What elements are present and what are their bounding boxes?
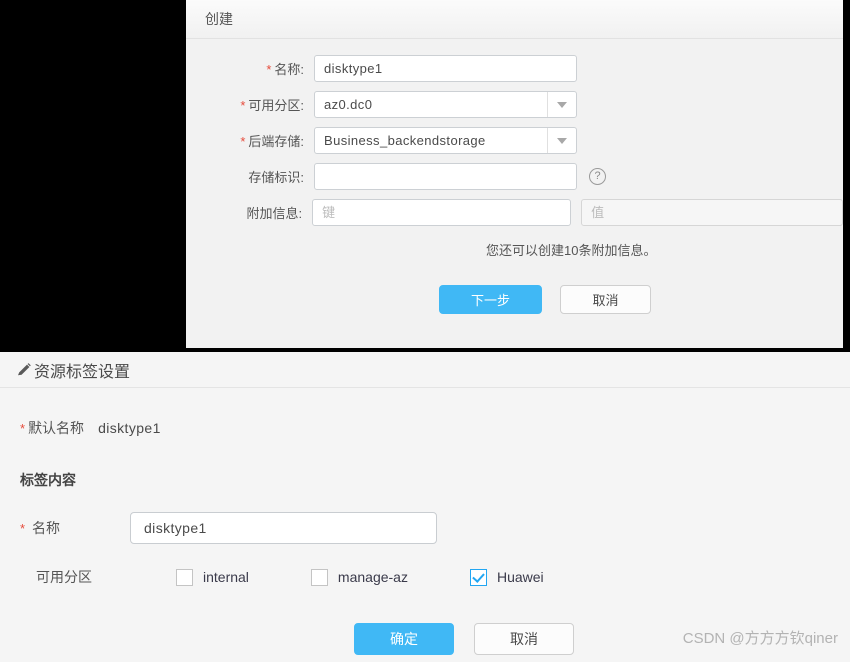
backend-storage-row: * 后端存储: Business_backendstorage [186,127,843,154]
extra-info-key-input[interactable] [312,199,572,226]
checkbox-label-huawei: Huawei [496,569,544,585]
resource-tag-panel: 资源标签设置 * 默认名称 disktype1 标签内容 * 名称 可用分区 i… [0,352,850,662]
name-label-text: 名称: [274,62,304,77]
storage-id-label: 存储标识: [248,170,304,185]
availability-zone-row: * 可用分区: az0.dc0 [186,91,843,118]
checkbox-label-internal: internal [203,569,249,585]
tag-availability-zone-row: 可用分区 internal manage-az Huawei [0,567,850,587]
create-dialog-header: 创建 [186,0,843,39]
backend-storage-label: * 后端存储: [186,131,314,150]
availability-zone-label-text: 可用分区: [248,98,304,113]
resource-tag-panel-title: 资源标签设置 [34,363,131,381]
tag-name-label: * 名称 [20,518,130,538]
checkbox-internal[interactable] [176,568,193,586]
backend-storage-select[interactable]: Business_backendstorage [314,127,577,154]
backend-storage-value: Business_backendstorage [324,133,486,148]
required-marker: * [240,134,246,149]
tag-name-input[interactable] [130,512,437,544]
availability-zone-select[interactable]: az0.dc0 [314,91,577,118]
pencil-icon [16,362,32,378]
tag-name-label-text: 名称 [31,520,60,536]
name-row: * 名称: [186,55,843,82]
name-input[interactable] [314,55,577,82]
checkbox-item-internal[interactable]: internal [176,568,249,586]
extra-info-value-input[interactable] [581,199,843,226]
create-dialog: 创建 *名称: *可用分区: az0.dc0 *后端存储: [186,0,843,348]
question-mark-icon[interactable]: ? [589,168,606,185]
storage-id-row: 存储标识: ? [186,163,843,190]
resource-tag-panel-header: 资源标签设置 [0,352,850,388]
next-step-button[interactable]: 下一步 [439,285,542,314]
storage-id-input[interactable] [314,163,577,190]
required-marker: * [20,420,26,436]
create-dialog-title: 创建 [205,11,233,27]
ok-button[interactable]: 确定 [354,623,454,655]
default-name-label: 默认名称 [28,420,85,436]
required-marker: * [240,98,246,113]
checkbox-label-manage-az: manage-az [337,569,408,585]
tag-availability-zone-label: 可用分区 [36,569,92,585]
extra-info-label: 附加信息: [246,206,303,221]
availability-zone-value: az0.dc0 [324,97,373,112]
tag-name-row: * 名称 [0,512,850,544]
chevron-down-icon[interactable] [547,128,576,153]
tag-content-heading: 标签内容 [20,472,76,488]
extra-info-row: 附加信息: [186,199,843,226]
required-marker: * [20,521,26,536]
checkbox-manage-az[interactable] [310,568,328,586]
default-name-row: * 默认名称 disktype1 [0,418,850,438]
name-label: * 名称: [186,59,314,78]
cancel-button[interactable]: 取消 [560,285,651,314]
checkbox-item-huawei[interactable]: Huawei [469,568,544,586]
backend-storage-label-text: 后端存储: [248,134,304,149]
required-marker: * [266,62,272,77]
availability-zone-label: * 可用分区: [186,95,314,114]
default-name-value: disktype1 [98,420,161,436]
chevron-down-icon[interactable] [547,92,576,117]
watermark: CSDN @方方方钦qiner [682,630,838,647]
create-dialog-actions: 下一步 取消 [186,285,843,314]
create-dialog-body: *名称: *可用分区: az0.dc0 *后端存储: Business_back… [186,39,843,348]
checkbox-item-manage-az[interactable]: manage-az [310,568,408,586]
resource-tag-panel-body: * 默认名称 disktype1 标签内容 * 名称 可用分区 internal… [0,388,850,655]
cancel-button[interactable]: 取消 [474,623,574,655]
extra-info-hint: 您还可以创建10条附加信息。 [486,243,657,258]
checkbox-huawei[interactable] [469,568,487,586]
